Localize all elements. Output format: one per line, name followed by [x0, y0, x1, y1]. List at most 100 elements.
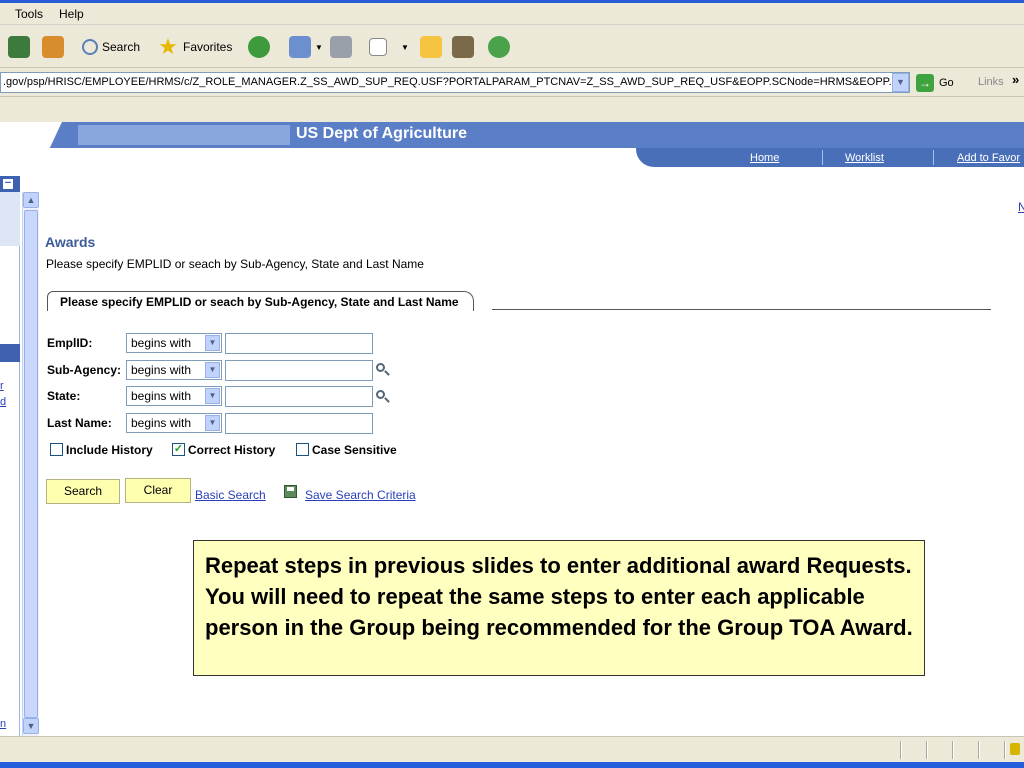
page-instructions: Please specify EMPLID or seach by Sub-Ag… [46, 257, 424, 271]
status-bar [0, 736, 1024, 762]
scroll-thumb[interactable] [24, 210, 38, 718]
messenger-button[interactable] [488, 34, 514, 60]
left-nav-panel [0, 192, 20, 246]
research-icon [452, 36, 474, 58]
mail-icon [289, 36, 311, 58]
chevron-down-icon[interactable]: ▼ [205, 362, 220, 378]
status-divider [952, 741, 954, 759]
chevron-down-icon[interactable]: ▼ [205, 388, 220, 404]
refresh-icon [8, 36, 30, 58]
history-icon [248, 36, 270, 58]
left-nav-link-fragment[interactable]: r [0, 380, 4, 392]
header-redacted-region [78, 125, 290, 145]
status-divider [978, 741, 980, 759]
instruction-callout: Repeat steps in previous slides to enter… [193, 540, 925, 676]
nav-worklist-link[interactable]: Worklist [845, 152, 884, 164]
sub-agency-label: Sub-Agency: [47, 363, 122, 377]
browser-toolbar: Search ★ Favorites ▼ ▼ [0, 26, 1024, 68]
clear-button[interactable]: Clear [125, 478, 191, 503]
mail-button[interactable]: ▼ [289, 34, 323, 60]
save-search-criteria-link[interactable]: Save Search Criteria [305, 488, 416, 502]
history-button[interactable] [248, 34, 274, 60]
more-chevron-icon[interactable]: » [1012, 72, 1019, 87]
folder-icon [420, 36, 442, 58]
menu-help[interactable]: Help [59, 7, 84, 21]
page-content: US Dept of Agriculture Home Worklist Add… [0, 122, 1024, 738]
home-button[interactable] [42, 34, 68, 60]
home-icon [42, 36, 64, 58]
print-button[interactable] [330, 34, 356, 60]
sub-agency-lookup-icon[interactable] [376, 363, 390, 377]
include-history-label: Include History [66, 443, 153, 457]
search-toolbar-label: Search [102, 40, 141, 54]
state-operator-value: begins with [131, 389, 192, 403]
page-title: Awards [45, 234, 96, 250]
messenger-icon [488, 36, 510, 58]
correct-history-label: Correct History [188, 443, 276, 457]
left-nav: − r d n [0, 176, 20, 738]
taskbar [0, 762, 1024, 768]
research-button[interactable] [452, 34, 478, 60]
favorites-label: Favorites [183, 40, 233, 54]
chevron-down-icon: ▼ [315, 42, 323, 52]
last-name-operator-value: begins with [131, 416, 192, 430]
nav-home-link[interactable]: Home [750, 152, 779, 164]
right-link-fragment[interactable]: N [1018, 200, 1024, 214]
favorites-button[interactable]: ★ Favorites [157, 34, 232, 60]
left-nav-link-fragment[interactable]: n [0, 718, 6, 730]
group-box-divider [492, 309, 991, 310]
sub-agency-input[interactable] [225, 360, 373, 381]
include-history-checkbox[interactable] [50, 443, 63, 456]
star-icon: ★ [158, 34, 178, 59]
last-name-input[interactable] [225, 413, 373, 434]
case-sensitive-checkbox[interactable] [296, 443, 309, 456]
chevron-down-icon: ▼ [401, 42, 409, 52]
arrow-right-icon: → [916, 74, 934, 92]
last-name-operator-select[interactable]: begins with ▼ [126, 413, 222, 433]
left-nav-active-item[interactable] [0, 344, 20, 362]
chevron-down-icon[interactable]: ▼ [205, 335, 220, 351]
lock-icon [1010, 743, 1020, 755]
emplid-label: EmplID: [47, 336, 93, 350]
org-name: US Dept of Agriculture [296, 125, 467, 142]
go-label: Go [939, 77, 954, 89]
left-nav-header: − [0, 176, 20, 192]
address-input[interactable]: .gov/psp/HRISC/EMPLOYEE/HRMS/c/Z_ROLE_MA… [0, 72, 910, 93]
links-label[interactable]: Links [978, 76, 1004, 88]
scroll-down-icon[interactable]: ▼ [23, 718, 39, 734]
search-toolbar-button[interactable]: Search [82, 34, 140, 60]
left-nav-link-fragment[interactable]: d [0, 396, 6, 408]
state-input[interactable] [225, 386, 373, 407]
collapse-icon[interactable]: − [2, 178, 14, 190]
search-group-box-title: Please specify EMPLID or seach by Sub-Ag… [47, 291, 474, 311]
folder-button[interactable] [420, 34, 446, 60]
menu-bar: Tools Help [0, 3, 1024, 25]
chevron-down-icon[interactable]: ▼ [892, 73, 909, 92]
edit-button[interactable]: ▼ [369, 34, 409, 60]
search-button[interactable]: Search [46, 479, 120, 504]
go-button[interactable]: → Go [916, 73, 954, 93]
toolbar-band [0, 98, 1024, 122]
emplid-input[interactable] [225, 333, 373, 354]
last-name-label: Last Name: [47, 416, 112, 430]
chevron-down-icon[interactable]: ▼ [205, 415, 220, 431]
sub-agency-operator-select[interactable]: begins with ▼ [126, 360, 222, 380]
save-icon [284, 485, 297, 498]
correct-history-checkbox[interactable]: ✓ [172, 443, 185, 456]
nav-add-favorites-link[interactable]: Add to Favor [957, 152, 1020, 164]
menu-tools[interactable]: Tools [15, 7, 43, 21]
emplid-operator-select[interactable]: begins with ▼ [126, 333, 222, 353]
state-lookup-icon[interactable] [376, 390, 390, 404]
header-nav: Home Worklist Add to Favor [636, 148, 1024, 167]
word-icon [369, 38, 387, 56]
basic-search-link[interactable]: Basic Search [195, 488, 266, 502]
status-divider [926, 741, 928, 759]
scroll-up-icon[interactable]: ▲ [23, 192, 39, 208]
nav-separator [822, 150, 823, 165]
state-label: State: [47, 389, 81, 403]
refresh-button[interactable] [8, 34, 34, 60]
content-scrollbar[interactable]: ▲ ▼ [22, 192, 39, 738]
sub-agency-operator-value: begins with [131, 363, 192, 377]
state-operator-select[interactable]: begins with ▼ [126, 386, 222, 406]
status-divider [900, 741, 902, 759]
